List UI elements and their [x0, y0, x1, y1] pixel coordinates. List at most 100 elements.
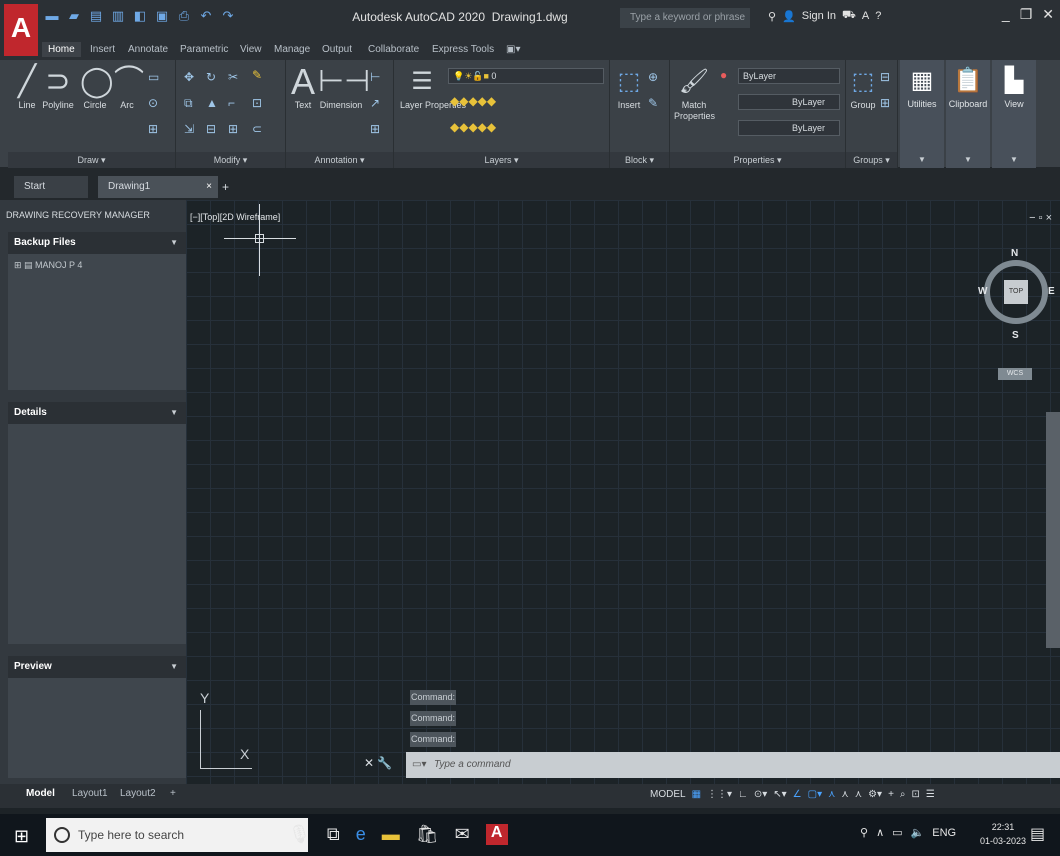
autodesk-app-icon[interactable]: A	[862, 10, 869, 22]
taskbar-search-input[interactable]: Type here to search	[46, 818, 308, 852]
viewcube[interactable]: TOP N S W E	[978, 248, 1055, 344]
fullscreen-icon[interactable]: ⊡	[912, 789, 920, 800]
minimize-icon[interactable]: _	[1002, 6, 1010, 23]
draw-panel-label[interactable]: Draw ▾	[8, 152, 175, 168]
circle-tool[interactable]: ◯ Circle	[80, 64, 114, 110]
volume-icon[interactable]: 🔈	[911, 826, 925, 839]
binoculars-icon[interactable]: ⚲	[768, 10, 776, 23]
redo-icon[interactable]: ↷	[220, 8, 236, 24]
ortho-icon[interactable]: ∟	[738, 789, 748, 800]
region-icon[interactable]: ⊞	[148, 122, 158, 136]
add-layout-button[interactable]: +	[170, 788, 176, 799]
scale-icon[interactable]: ⊟	[206, 122, 216, 136]
compass-west[interactable]: W	[978, 286, 987, 297]
view-button[interactable]: ▙ View ▼	[992, 60, 1036, 168]
edge-browser-icon[interactable]: e	[356, 824, 366, 845]
taskbar-clock[interactable]: 22:31 01-03-2023	[980, 820, 1026, 848]
text-tool[interactable]: A Text	[290, 64, 316, 111]
help-search-input[interactable]: Type a keyword or phrase	[620, 8, 750, 28]
user-icon[interactable]: 👤	[782, 10, 796, 23]
modify-panel-label[interactable]: Modify ▾	[176, 152, 285, 168]
network-icon[interactable]: ▭	[892, 826, 902, 839]
model-space-toggle[interactable]: MODEL	[650, 789, 686, 800]
mail-icon[interactable]: ✉	[455, 824, 470, 845]
stretch-icon[interactable]: ⇲	[184, 122, 194, 136]
utilities-button[interactable]: ▦ Utilities ▼	[900, 60, 944, 168]
close-command-icon[interactable]: ✕	[364, 756, 374, 770]
trim-icon[interactable]: ✂	[228, 70, 238, 84]
workspace-icon[interactable]: ⚙▾	[868, 789, 882, 800]
compass-south[interactable]: S	[1012, 330, 1019, 341]
ribbon-options-icon[interactable]: ▣▾	[500, 42, 526, 57]
annotation-scale-icon[interactable]: ⋏	[855, 789, 862, 800]
compass-north[interactable]: N	[1011, 248, 1018, 259]
notification-icon[interactable]: ▤	[1030, 824, 1045, 844]
language-indicator[interactable]: ENG	[932, 827, 956, 839]
layers-panel-label[interactable]: Layers ▾	[394, 152, 609, 168]
layer-tools-row1-icon[interactable]: ◆◆◆◆◆	[450, 94, 496, 108]
linetype-dropdown[interactable]: ByLayer	[738, 120, 840, 136]
tab-parametric[interactable]: Parametric	[174, 42, 234, 57]
microphone-icon[interactable]: 🎙	[288, 824, 311, 845]
tab-manage[interactable]: Manage	[268, 42, 316, 57]
table-icon[interactable]: ⊞	[370, 122, 380, 136]
tab-express-tools[interactable]: Express Tools	[426, 42, 500, 57]
layout-tab-layout1[interactable]: Layout1	[72, 788, 108, 799]
explode-icon[interactable]: ⊡	[252, 96, 262, 110]
layout-tab-layout2[interactable]: Layout2	[120, 788, 156, 799]
cart-icon[interactable]: ⛟	[842, 9, 856, 23]
leader-icon[interactable]: ↗	[370, 96, 380, 110]
tab-insert[interactable]: Insert	[84, 42, 121, 57]
line-tool[interactable]: ╱ Line	[14, 64, 40, 110]
group-edit-icon[interactable]: ⊞	[880, 96, 890, 110]
color-wheel-icon[interactable]: ●	[720, 68, 727, 82]
wcs-menu[interactable]: WCS	[998, 368, 1032, 380]
layer-dropdown[interactable]: 💡☀🔓■ 0	[448, 68, 604, 84]
close-tab-icon[interactable]: ×	[206, 176, 212, 198]
groups-panel-label[interactable]: Groups ▾	[846, 152, 897, 168]
annotation-panel-label[interactable]: Annotation ▾	[286, 152, 393, 168]
offset-icon[interactable]: ⊂	[252, 122, 262, 136]
application-menu-button[interactable]: A	[4, 4, 38, 56]
move-icon[interactable]: ✥	[184, 70, 194, 84]
compass-east[interactable]: E	[1048, 286, 1055, 297]
layer-tools-row2-icon[interactable]: ◆◆◆◆◆	[450, 120, 496, 134]
store-icon[interactable]: 🛍	[416, 824, 439, 845]
object-snap-tracking-icon[interactable]: ∠	[793, 789, 802, 800]
web-save-icon[interactable]: ◧	[132, 8, 148, 24]
people-icon[interactable]: ⚲	[860, 826, 868, 839]
viewcube-top-face[interactable]: TOP	[1004, 280, 1028, 304]
file-tab-start[interactable]: Start	[14, 176, 88, 198]
windows-start-icon[interactable]: ⊞	[14, 826, 29, 847]
polar-tracking-icon[interactable]: ⊙▾	[754, 789, 767, 800]
new-tab-button[interactable]: +	[222, 180, 229, 194]
color-dropdown[interactable]: ByLayer	[738, 68, 840, 84]
customization-icon[interactable]: ☰	[926, 789, 935, 800]
tab-home[interactable]: Home	[42, 42, 81, 57]
ungroup-icon[interactable]: ⊟	[880, 70, 890, 84]
restore-icon[interactable]: ❐	[1020, 6, 1033, 23]
isodraft-icon[interactable]: ↖▾	[773, 789, 786, 800]
annotation-visibility-icon[interactable]: ⋏	[828, 789, 835, 800]
save-as-icon[interactable]: ▥	[110, 8, 126, 24]
layer-properties-tool[interactable]: ☰ Layer Properties	[400, 64, 466, 110]
arc-tool[interactable]: ⌒ Arc	[114, 64, 144, 110]
lineweight-dropdown[interactable]: ByLayer	[738, 94, 840, 110]
grid-icon[interactable]: ▦	[692, 789, 701, 800]
plus-icon[interactable]: +	[888, 789, 894, 800]
hatch-icon[interactable]: ⊙	[148, 96, 158, 110]
plot-icon[interactable]: ▣	[154, 8, 170, 24]
file-explorer-icon[interactable]: ▬	[382, 824, 400, 845]
snap-mode-icon[interactable]: ⋮⋮▾	[707, 789, 732, 800]
navigation-bar[interactable]	[1046, 412, 1060, 648]
fillet-icon[interactable]: ⌐	[228, 96, 235, 110]
group-tool[interactable]: ⬚ Group	[848, 64, 878, 110]
block-panel-label[interactable]: Block ▾	[610, 152, 669, 168]
drawing-canvas[interactable]: [−][Top][2D Wireframe] − ▫ × TOP N S W E…	[186, 200, 1060, 784]
open-folder-icon[interactable]: ▰	[66, 8, 82, 24]
save-icon[interactable]: ▤	[88, 8, 104, 24]
dimension-tool[interactable]: ⊢⊣ Dimension	[318, 64, 370, 110]
backup-files-header[interactable]: Backup Files ▼	[8, 232, 186, 254]
properties-panel-label[interactable]: Properties ▾	[670, 152, 845, 168]
array-icon[interactable]: ⊞	[228, 122, 238, 136]
